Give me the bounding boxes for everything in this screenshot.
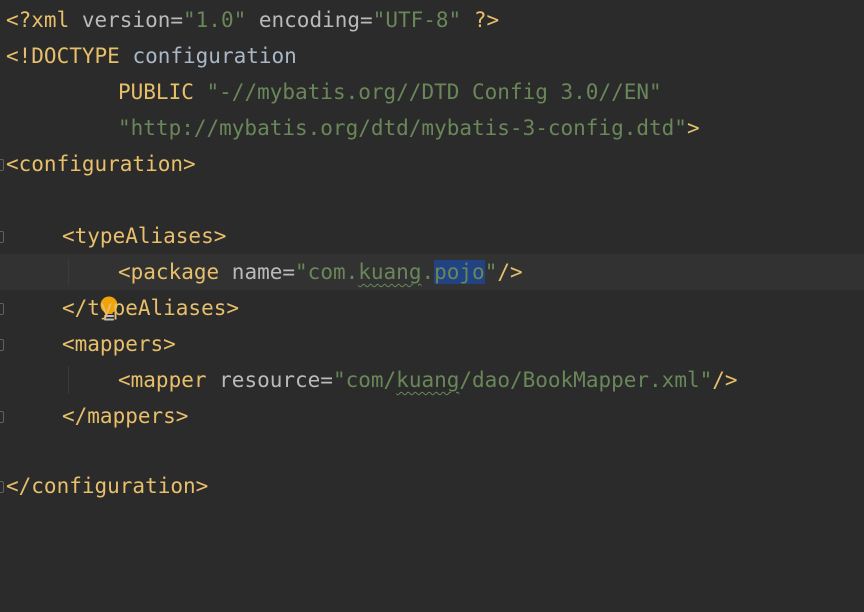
code-text: PUBLIC "-//mybatis.org//DTD Config 3.0//… bbox=[118, 74, 662, 110]
lightbulb-icon[interactable] bbox=[22, 259, 118, 321]
code-text: <!DOCTYPE configuration bbox=[6, 38, 297, 74]
configuration-open-tag: <configuration> bbox=[6, 152, 196, 176]
code-line-11[interactable]: <mapper resource="com/kuang/dao/BookMapp… bbox=[0, 362, 864, 398]
configuration-close-tag: </configuration> bbox=[6, 474, 209, 498]
doctype-open: <!DOCTYPE bbox=[6, 44, 133, 68]
package-open-tag: <package bbox=[118, 260, 232, 284]
code-text: </mappers> bbox=[62, 398, 188, 434]
code-text: "http://mybatis.org/dtd/mybatis-3-config… bbox=[118, 110, 700, 146]
attr-encoding: encoding= bbox=[246, 8, 373, 32]
value-segment-com: com. bbox=[307, 260, 359, 284]
typealiases-close-tag: </typeAliases> bbox=[62, 296, 240, 320]
fold-marker-icon[interactable] bbox=[0, 481, 4, 493]
fold-marker-icon[interactable] bbox=[0, 231, 4, 243]
doctype-close: > bbox=[686, 116, 700, 140]
code-editor[interactable]: <?xml version="1.0" encoding="UTF-8" ?> … bbox=[0, 0, 864, 504]
fold-marker-icon[interactable] bbox=[0, 339, 4, 351]
code-line-2[interactable]: <!DOCTYPE configuration bbox=[0, 38, 864, 74]
code-line-1[interactable]: <?xml version="1.0" encoding="UTF-8" ?> bbox=[0, 2, 864, 38]
code-line-4[interactable]: "http://mybatis.org/dtd/mybatis-3-config… bbox=[0, 110, 864, 146]
mappers-open-tag: <mappers> bbox=[62, 332, 176, 356]
doctype-name: configuration bbox=[132, 44, 297, 68]
fold-marker-icon[interactable] bbox=[0, 159, 4, 171]
typealiases-open-tag: <typeAliases> bbox=[62, 224, 227, 248]
fold-marker-icon[interactable] bbox=[0, 411, 4, 423]
value-segment-com: "com/ bbox=[332, 368, 397, 392]
code-text: <configuration> bbox=[6, 146, 196, 182]
code-text: <?xml version="1.0" encoding="UTF-8" ?> bbox=[6, 2, 499, 38]
code-text: </configuration> bbox=[6, 468, 208, 504]
code-line-12[interactable]: </mappers> bbox=[0, 398, 864, 434]
attr-version: version= bbox=[81, 8, 184, 32]
code-line-9[interactable]: </typeAliases> bbox=[0, 290, 864, 326]
value-segment-path: /dao/BookMapper.xml" bbox=[459, 368, 713, 392]
doctype-public-keyword: PUBLIC bbox=[118, 80, 207, 104]
indent-guide bbox=[68, 258, 69, 286]
attr-resource: resource= bbox=[219, 368, 333, 392]
code-text: <package name="com.kuang.pojo"/> bbox=[118, 254, 523, 290]
code-line-3[interactable]: PUBLIC "-//mybatis.org//DTD Config 3.0//… bbox=[0, 74, 864, 110]
code-line-6[interactable] bbox=[0, 182, 864, 218]
value-quote-open: " bbox=[295, 260, 308, 284]
code-line-13[interactable] bbox=[0, 434, 864, 470]
value-quote-close: " bbox=[484, 260, 498, 284]
code-text: <typeAliases> bbox=[62, 218, 226, 254]
value-version: "1.0" bbox=[183, 8, 247, 32]
code-line-7[interactable]: <typeAliases> bbox=[0, 218, 864, 254]
mapper-open-tag: <mapper bbox=[118, 368, 220, 392]
doctype-system-id: "http://mybatis.org/dtd/mybatis-3-config… bbox=[118, 116, 687, 140]
indent-guide bbox=[68, 366, 69, 394]
value-segment-dot: . bbox=[421, 260, 435, 284]
fold-marker-icon[interactable] bbox=[0, 303, 4, 315]
code-text: </typeAliases> bbox=[62, 290, 239, 326]
code-text: <mapper resource="com/kuang/dao/BookMapp… bbox=[118, 362, 738, 398]
value-encoding: "UTF-8" bbox=[372, 8, 462, 32]
mapper-close-tag: /> bbox=[712, 368, 738, 392]
package-close-tag: /> bbox=[497, 260, 523, 284]
selected-text-pojo[interactable]: pojo bbox=[434, 260, 485, 284]
code-line-5[interactable]: <configuration> bbox=[0, 146, 864, 182]
xml-decl-close: ?> bbox=[461, 8, 500, 32]
code-text: <mappers> bbox=[62, 326, 176, 362]
code-line-14[interactable]: </configuration> bbox=[0, 468, 864, 504]
attr-name: name= bbox=[231, 260, 296, 284]
code-line-10[interactable]: <mappers> bbox=[0, 326, 864, 362]
code-line-8[interactable]: <package name="com.kuang.pojo"/> bbox=[0, 254, 864, 321]
value-segment-kuang: kuang bbox=[396, 368, 460, 392]
xml-decl-open: <?xml bbox=[6, 8, 82, 32]
doctype-public-id: "-//mybatis.org//DTD Config 3.0//EN" bbox=[206, 80, 662, 104]
mappers-close-tag: </mappers> bbox=[62, 404, 189, 428]
value-segment-kuang: kuang bbox=[358, 260, 422, 284]
